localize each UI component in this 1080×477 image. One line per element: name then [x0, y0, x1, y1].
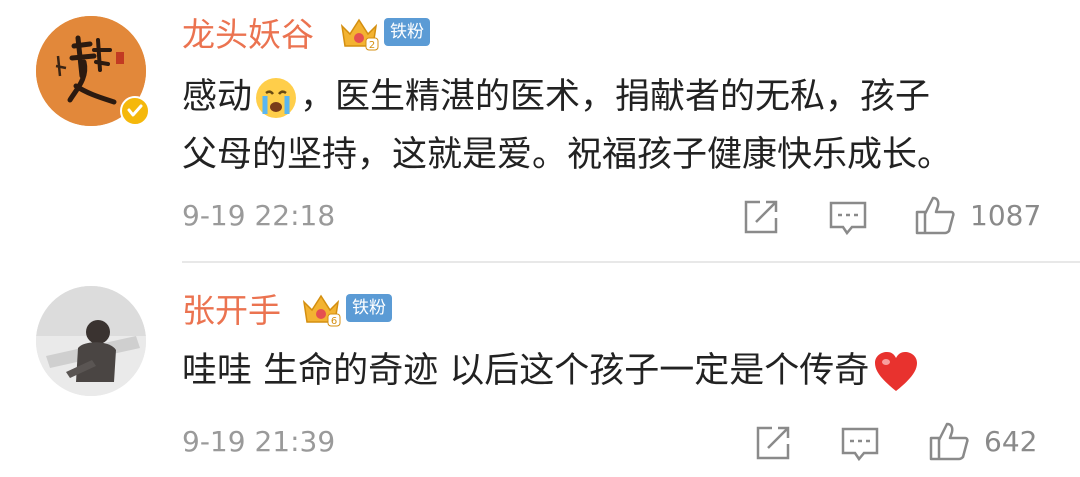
crown-icon: 2	[338, 14, 380, 52]
comment-item: 张开手 6 铁粉 哇哇 生命的奇迹 以后这个孩子一定是个传奇 9-19 21:3…	[0, 262, 1080, 477]
crown-icon: 6	[300, 290, 342, 328]
comment-text: 感动 ，医生精湛的医术，捐献者的无私，孩子	[182, 68, 930, 126]
like-icon[interactable]	[928, 420, 970, 466]
svg-text:2: 2	[369, 40, 375, 51]
svg-text:6: 6	[331, 316, 337, 327]
username[interactable]: 张开手	[182, 294, 281, 327]
person-photo-avatar-image	[36, 286, 146, 396]
comment-icon[interactable]	[840, 426, 880, 466]
comment-text-part: ，医生精湛的医术，捐献者的无私，孩子	[300, 77, 931, 117]
like-count: 1087	[970, 199, 1042, 232]
comment-text: 哇哇 生命的奇迹 以后这个孩子一定是个传奇	[182, 342, 919, 400]
comment-text-part: 哇哇 生命的奇迹 以后这个孩子一定是个传奇	[182, 351, 870, 391]
share-icon[interactable]	[754, 424, 792, 466]
comment-text-part: 感动	[182, 77, 253, 117]
comment-text-line-2: 父母的坚持，这就是爱。祝福孩子健康快乐成长。	[182, 135, 953, 175]
crying-emoji	[254, 76, 298, 120]
fan-badge: 铁粉	[346, 294, 392, 322]
comment-icon[interactable]	[828, 200, 868, 240]
timestamp: 9-19 22:18	[182, 199, 336, 232]
share-icon[interactable]	[742, 198, 780, 240]
comment-item: 龙头妖谷 2 铁粉 感动 ，医生精湛的医术，捐献者的无私，孩子 父母的坚持，这就…	[0, 0, 1080, 262]
verified-icon	[120, 96, 150, 126]
like-icon[interactable]	[914, 194, 956, 240]
avatar[interactable]	[36, 286, 146, 396]
timestamp: 9-19 21:39	[182, 425, 336, 458]
fan-badge: 铁粉	[384, 18, 430, 46]
like-count: 642	[984, 425, 1038, 458]
username[interactable]: 龙头妖谷	[182, 18, 314, 51]
red-heart-emoji	[873, 351, 919, 393]
avatar[interactable]	[36, 16, 150, 126]
